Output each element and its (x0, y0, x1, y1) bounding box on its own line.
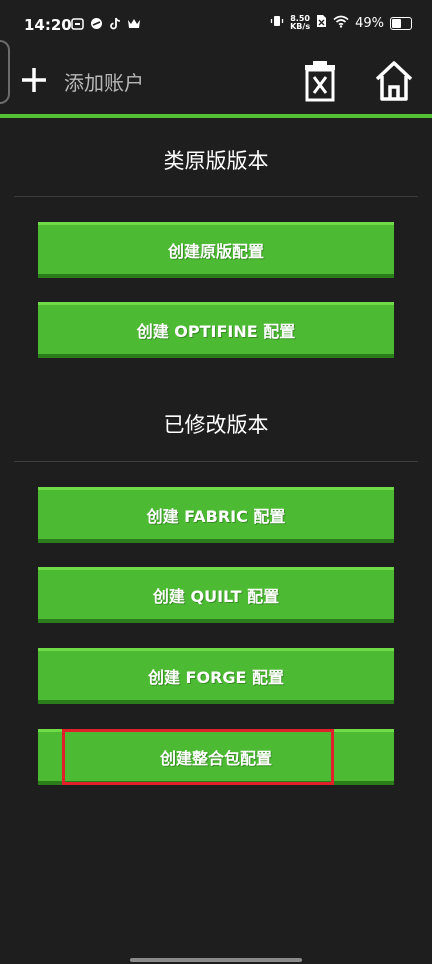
net-speed-unit: KB/s (290, 22, 311, 31)
crown-icon (127, 17, 141, 31)
create-forge-profile-button[interactable]: 创建 FORGE 配置 (38, 648, 394, 704)
create-vanilla-profile-button[interactable]: 创建原版配置 (38, 222, 394, 278)
vanilla-section-title: 类原版版本 (163, 149, 269, 173)
gesture-home-indicator[interactable] (130, 958, 302, 962)
add-account-icon[interactable] (20, 66, 48, 94)
vanilla-section-divider (14, 196, 418, 197)
app-bar-accent-divider (0, 114, 432, 118)
no-sim-icon (316, 14, 327, 32)
battery-percent: 49% (355, 15, 384, 31)
create-quilt-profile-button[interactable]: 创建 QUILT 配置 (38, 567, 394, 623)
side-drawer-handle[interactable] (0, 40, 10, 104)
add-account-label[interactable]: 添加账户 (64, 67, 144, 96)
wifi-icon (333, 15, 349, 32)
create-modpack-profile-button[interactable]: 创建整合包配置 (38, 729, 394, 785)
tiktok-icon (108, 17, 122, 31)
app-badge-icon (89, 17, 103, 31)
net-speed: 8.50 KB/s (290, 15, 310, 31)
status-time: 14:20 (24, 16, 72, 34)
create-optifine-profile-button[interactable]: 创建 OPTIFINE 配置 (38, 302, 394, 358)
vibrate-icon (270, 14, 284, 32)
home-icon[interactable] (374, 60, 414, 102)
calendar-icon (70, 17, 84, 31)
create-fabric-profile-button[interactable]: 创建 FABRIC 配置 (38, 487, 394, 543)
status-bar: 14:20 8.50 KB/s 49% (0, 0, 432, 52)
modded-section-divider (14, 461, 418, 462)
status-right: 8.50 KB/s 49% (270, 14, 412, 32)
battery-icon (390, 16, 412, 30)
notification-icons (70, 17, 141, 31)
delete-icon[interactable] (302, 60, 338, 102)
modded-section-title: 已修改版本 (163, 413, 269, 437)
